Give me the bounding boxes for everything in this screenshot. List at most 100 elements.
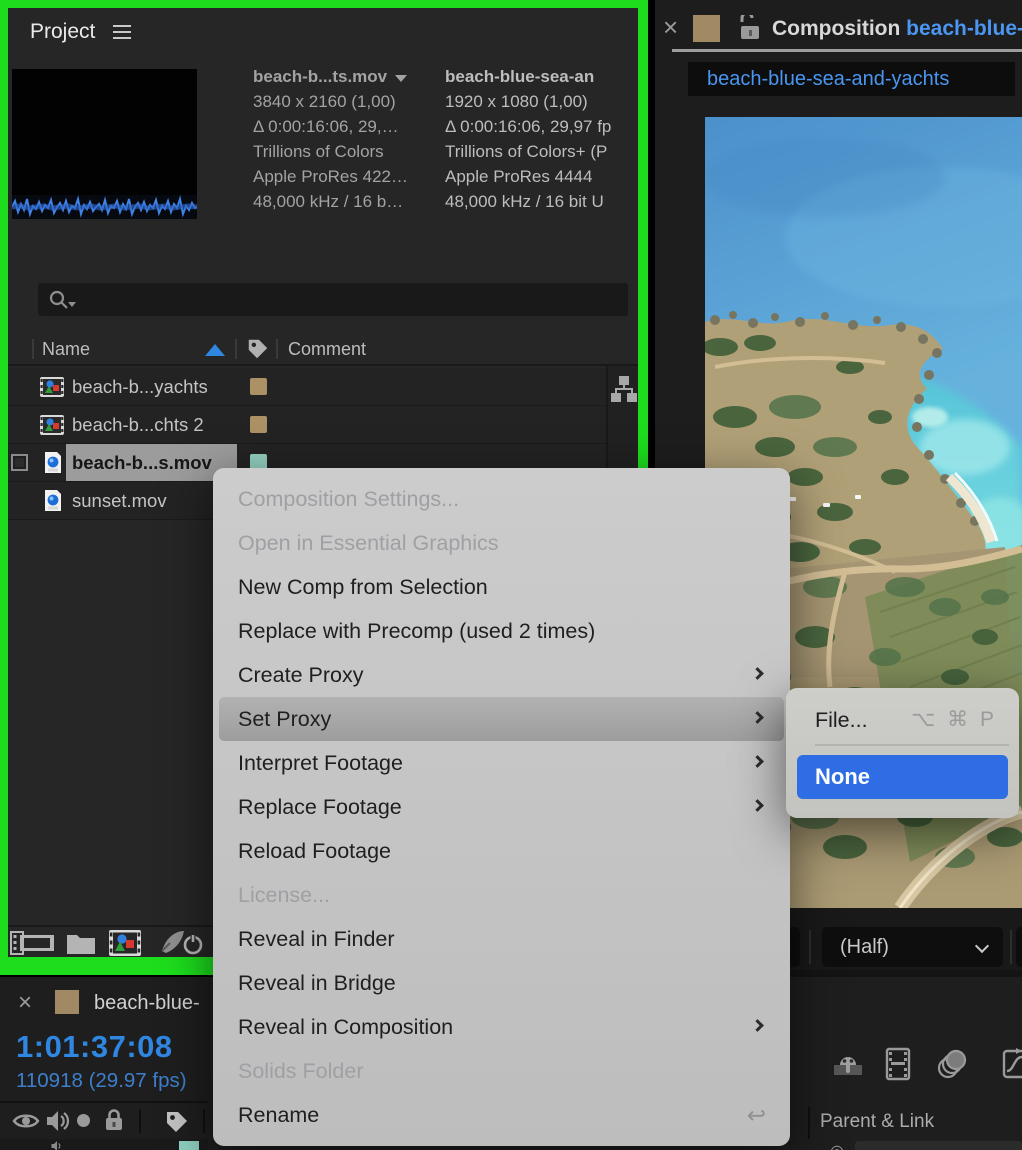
menu-item-composition-settings: Composition Settings... — [238, 487, 460, 511]
comp-label-color-swatch[interactable] — [693, 15, 720, 42]
set-proxy-submenu: File... ⌥ ⌘ P None — [786, 688, 1019, 818]
magnification-dropdown[interactable]: (Half) — [822, 927, 1003, 967]
lock-icon[interactable] — [103, 1108, 125, 1133]
viewer-toolbar-button-partial[interactable] — [1016, 927, 1022, 967]
flowchart-icon[interactable] — [610, 374, 638, 404]
timeline-tab[interactable]: beach-blue- — [94, 992, 207, 1015]
footage-duration: Δ 0:00:16:06, 29,… — [253, 117, 399, 136]
timeline-column-icons — [0, 1107, 208, 1137]
timeline-label-color-swatch[interactable] — [55, 990, 79, 1014]
submenu-chevron-icon — [751, 755, 764, 768]
menu-separator — [815, 744, 1009, 746]
comp-duration: Δ 0:00:16:06, 29,97 fp — [445, 117, 612, 136]
column-header-name[interactable]: Name — [42, 339, 90, 360]
footage-dimensions: 3840 x 2160 (1,00) — [253, 92, 396, 111]
project-panel-title: Project — [30, 20, 96, 43]
item-name[interactable]: beach-b...s.mov — [72, 452, 235, 474]
after-effects-window: × Composition beach-blue- beach-blue-sea… — [0, 0, 1022, 1150]
timeline-switch-icons — [820, 1047, 1022, 1083]
item-name[interactable]: sunset.mov — [72, 490, 167, 512]
graph-editor-icon[interactable] — [1002, 1047, 1022, 1081]
column-header-comment[interactable]: Comment — [288, 339, 366, 360]
menu-item-set-proxy[interactable]: Set Proxy — [219, 697, 784, 741]
label-tag-icon[interactable] — [164, 1109, 190, 1135]
menu-item-reveal-in-composition[interactable]: Reveal in Composition — [213, 1005, 790, 1049]
footage-audio: 48,000 kHz / 16 b… — [253, 192, 404, 211]
frame-rate-info: 110918 (29.97 fps) — [16, 1069, 187, 1092]
proxy-indicator-checkbox[interactable] — [11, 454, 28, 471]
item-name[interactable]: beach-b...yachts — [72, 376, 208, 398]
composition-item-icon — [40, 377, 64, 397]
panel-close-icon[interactable]: × — [663, 12, 678, 43]
footage-codec: Apple ProRes 422… — [253, 167, 408, 186]
new-composition-icon[interactable] — [107, 929, 143, 957]
panel-menu-icon[interactable] — [113, 25, 131, 39]
menu-item-new-comp-from-selection[interactable]: New Comp from Selection — [213, 565, 790, 609]
shy-layers-icon[interactable] — [832, 1047, 864, 1079]
current-timecode[interactable]: 1:01:37:08 — [16, 1029, 173, 1065]
menu-item-open-essential-graphics: Open in Essential Graphics — [238, 531, 499, 555]
panel-title-comp-name: beach-blue- — [906, 17, 1022, 40]
render-settings-rocket-icon[interactable] — [158, 929, 204, 957]
menu-item-replace-with-precomp[interactable]: Replace with Precomp (used 2 times) — [213, 609, 790, 653]
label-column-tag-icon[interactable] — [246, 337, 270, 361]
menu-item-replace-footage[interactable]: Replace Footage — [213, 785, 790, 829]
item-label-color[interactable] — [250, 416, 267, 433]
frame-blending-icon[interactable] — [883, 1047, 913, 1081]
submenu-chevron-icon — [751, 799, 764, 812]
menu-item-reveal-in-bridge[interactable]: Reveal in Bridge — [213, 961, 790, 1005]
item-label-color[interactable] — [250, 378, 267, 395]
selected-row-highlight[interactable]: beach-b...s.mov — [66, 444, 237, 481]
layer-row-partial — [0, 1139, 208, 1150]
column-divider[interactable] — [235, 339, 237, 359]
composition-item-icon — [40, 415, 64, 435]
footage-color-depth: Trillions of Colors — [253, 142, 384, 161]
motion-blur-icon[interactable] — [935, 1049, 971, 1081]
menu-item-rename[interactable]: Rename ↩ — [213, 1093, 790, 1137]
project-item-row[interactable]: beach-b...yachts — [8, 368, 638, 406]
column-divider[interactable] — [32, 339, 34, 359]
layer-label-color[interactable] — [179, 1141, 199, 1150]
parent-pickwhip-icon[interactable]: ◎ — [830, 1141, 846, 1150]
sort-ascending-icon[interactable] — [205, 344, 225, 356]
menu-item-interpret-footage[interactable]: Interpret Footage — [213, 741, 790, 785]
divider — [203, 1109, 205, 1133]
mov-file-icon — [44, 489, 62, 512]
submenu-chevron-icon — [751, 1019, 764, 1032]
chevron-down-icon — [974, 938, 990, 954]
mov-file-icon — [44, 451, 62, 474]
menu-item-reveal-in-finder[interactable]: Reveal in Finder — [213, 917, 790, 961]
footage-metadata-secondary: beach-blue-sea-an 1920 x 1080 (1,00) Δ 0… — [445, 64, 638, 214]
item-name[interactable]: beach-b...chts 2 — [72, 414, 204, 436]
eye-icon[interactable] — [12, 1111, 40, 1131]
search-icon[interactable] — [48, 289, 70, 311]
footage-preview-thumbnail[interactable] — [12, 69, 197, 219]
project-item-row[interactable]: beach-b...chts 2 — [8, 406, 638, 444]
menu-item-create-proxy[interactable]: Create Proxy — [213, 653, 790, 697]
menu-item-reload-footage[interactable]: Reload Footage — [213, 829, 790, 873]
project-search-input[interactable] — [38, 283, 628, 316]
menu-item-license: License... — [238, 883, 331, 907]
search-options-caret-icon[interactable] — [68, 302, 76, 307]
solo-icon[interactable] — [77, 1114, 90, 1127]
parent-link-header: Parent & Link — [820, 1111, 935, 1132]
divider — [808, 1107, 810, 1139]
footage-name-caret-icon[interactable] — [395, 75, 408, 82]
footage-name[interactable]: beach-b...ts.mov — [253, 64, 437, 89]
submenu-chevron-icon — [751, 667, 764, 680]
interpret-footage-icon[interactable] — [10, 930, 56, 956]
submenu-item-file[interactable]: File... ⌥ ⌘ P — [786, 696, 1019, 744]
audio-icon[interactable] — [45, 1109, 71, 1133]
comp-audio: 48,000 kHz / 16 bit U — [445, 192, 604, 211]
column-divider[interactable] — [276, 339, 278, 359]
menu-item-solids-folder: Solids Folder — [238, 1059, 364, 1083]
audio-icon[interactable] — [45, 1140, 69, 1150]
parent-dropdown-partial[interactable] — [855, 1141, 1022, 1150]
composition-tab[interactable]: beach-blue-sea-and-yachts — [688, 62, 1015, 96]
submenu-item-none[interactable]: None — [797, 755, 1008, 799]
new-folder-icon[interactable] — [65, 930, 97, 956]
panel-close-icon[interactable]: × — [18, 989, 32, 1017]
comp-name: beach-blue-sea-an — [445, 67, 595, 86]
magnification-value: (Half) — [840, 936, 889, 958]
unlock-icon[interactable] — [739, 15, 761, 41]
